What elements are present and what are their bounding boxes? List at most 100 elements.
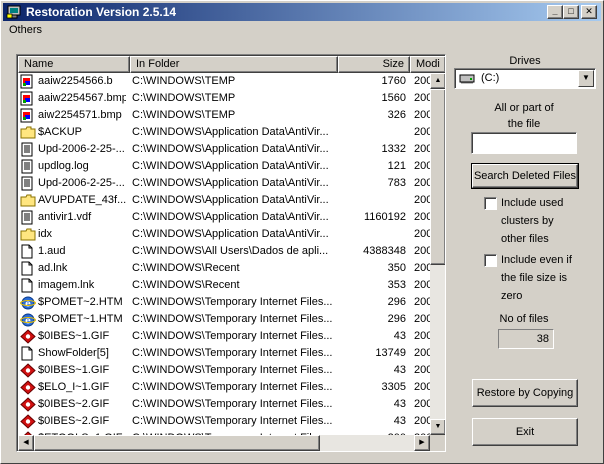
hard-drive-icon xyxy=(459,74,475,84)
menu-others[interactable]: Others xyxy=(9,24,42,36)
blank-file-icon xyxy=(21,244,33,259)
table-row[interactable]: $ELO_I~1.GIF C:\WINDOWS\Temporary Interne… xyxy=(18,379,430,396)
window-title: Restoration Version 2.5.14 xyxy=(26,5,177,19)
row-name: aaiw2254567.bmp xyxy=(38,92,126,104)
row-size: 13749 xyxy=(375,347,406,359)
column-header-size[interactable]: Size xyxy=(338,56,410,73)
row-modified: 2006 xyxy=(414,211,430,223)
search-deleted-files-button[interactable]: Search Deleted Files xyxy=(471,163,579,189)
row-name: aaiw2254566.b xyxy=(38,75,113,87)
row-folder: C:\WINDOWS\Temporary Internet Files... xyxy=(132,381,333,393)
row-modified: 2006 xyxy=(414,194,430,206)
blank-file-icon xyxy=(21,261,33,276)
table-row[interactable]: Upd-2006-2-25-... C:\WINDOWS\Application … xyxy=(18,175,430,192)
row-modified: 2006 xyxy=(414,126,430,138)
scroll-corner xyxy=(430,435,445,451)
table-row[interactable]: $0IBES~2.GIF C:\WINDOWS\Temporary Interne… xyxy=(18,413,430,430)
table-row[interactable]: idx C:\WINDOWS\Application Data\AntiVir..… xyxy=(18,226,430,243)
row-modified: 2006 xyxy=(414,160,430,172)
row-modified: 2006 xyxy=(414,347,430,359)
row-name: $0IBES~2.GIF xyxy=(38,398,110,410)
include-used-line-1: Include used xyxy=(501,197,564,209)
table-row[interactable]: e $POMET~2.HTM C:\WINDOWS\Temporary Intern… xyxy=(18,294,430,311)
horizontal-scroll-thumb[interactable] xyxy=(34,435,320,451)
table-row[interactable]: e $POMET~1.HTM C:\WINDOWS\Temporary Intern… xyxy=(18,311,430,328)
row-folder: C:\WINDOWS\Application Data\AntiVir... xyxy=(132,126,329,138)
row-name: aiw2254571.bmp xyxy=(38,109,122,121)
folder-icon xyxy=(20,126,36,139)
row-folder: C:\WINDOWS\Temporary Internet Files... xyxy=(132,364,333,376)
row-name: $0IBES~2.GIF xyxy=(38,415,110,427)
include-used-label[interactable]: Include used clusters by other files xyxy=(501,194,563,248)
include-used-line-2: clusters by xyxy=(501,215,554,227)
vertical-scroll-thumb[interactable] xyxy=(430,89,445,265)
deleted-files-list[interactable]: Name In Folder Size Modi aaiw2254566.b C:… xyxy=(16,54,446,452)
title-bar[interactable]: Restoration Version 2.5.14 _ □ ✕ xyxy=(3,3,601,21)
row-modified: 2006 xyxy=(414,177,430,189)
row-folder: C:\WINDOWS\Recent xyxy=(132,262,240,274)
row-name: $POMET~2.HTM xyxy=(38,296,123,308)
table-row[interactable]: $0IBES~1.GIF C:\WINDOWS\Temporary Interne… xyxy=(18,362,430,379)
row-modified: 2006 xyxy=(414,330,430,342)
row-folder: C:\WINDOWS\TEMP xyxy=(132,109,236,121)
row-name: Upd-2006-2-25-... xyxy=(38,177,125,189)
close-button[interactable]: ✕ xyxy=(581,5,597,19)
table-row[interactable]: aiw2254571.bmp C:\WINDOWS\TEMP 326 2006 xyxy=(18,107,430,124)
row-folder: C:\WINDOWS\Application Data\AntiVir... xyxy=(132,194,329,206)
drive-select[interactable]: (C:) ▼ xyxy=(454,68,596,89)
table-row[interactable]: antivir1.vdf C:\WINDOWS\Application Data\… xyxy=(18,209,430,226)
scroll-left-button[interactable]: ◀ xyxy=(18,435,34,451)
column-header-modified[interactable]: Modi xyxy=(410,56,445,73)
file-search-input[interactable] xyxy=(471,132,577,154)
table-row[interactable]: aaiw2254567.bmp C:\WINDOWS\TEMP 1560 2006 xyxy=(18,90,430,107)
table-row[interactable]: $0IBES~2.GIF C:\WINDOWS\Temporary Interne… xyxy=(18,396,430,413)
row-folder: C:\WINDOWS\Temporary Internet Files... xyxy=(132,347,333,359)
document-file-icon xyxy=(21,210,33,225)
table-row[interactable]: ad.lnk C:\WINDOWS\Recent 350 2006 xyxy=(18,260,430,277)
table-row[interactable]: ShowFolder[5] C:\WINDOWS\Temporary Intern… xyxy=(18,345,430,362)
bitmap-file-icon xyxy=(20,108,33,123)
chevron-down-icon[interactable]: ▼ xyxy=(578,70,594,87)
row-modified: 2006 xyxy=(414,313,430,325)
document-file-icon xyxy=(21,159,33,174)
table-row[interactable]: $0IBES~1.GIF C:\WINDOWS\Temporary Interne… xyxy=(18,328,430,345)
table-row[interactable]: imagem.lnk C:\WINDOWS\Recent 353 2006 xyxy=(18,277,430,294)
scroll-down-button[interactable]: ▼ xyxy=(430,419,445,435)
document-file-icon xyxy=(21,176,33,191)
include-zero-line-3: zero xyxy=(501,290,523,302)
row-name: ad.lnk xyxy=(38,262,68,274)
scroll-right-button[interactable]: ▶ xyxy=(414,435,430,451)
table-row[interactable]: aaiw2254566.b C:\WINDOWS\TEMP 1760 2006 xyxy=(18,73,430,90)
row-modified: 2006 xyxy=(414,92,430,104)
table-row[interactable]: $ACKUP C:\WINDOWS\Application Data\AntiVi… xyxy=(18,124,430,141)
include-zero-label[interactable]: Include even if the file size is zero xyxy=(501,251,572,305)
minimize-button[interactable]: _ xyxy=(547,5,563,19)
scroll-up-button[interactable]: ▲ xyxy=(430,73,445,89)
table-row[interactable]: updlog.log C:\WINDOWS\Application Data\An… xyxy=(18,158,430,175)
maximize-button[interactable]: □ xyxy=(563,5,579,19)
horizontal-scrollbar[interactable]: ◀ ▶ xyxy=(18,435,430,451)
column-header-name[interactable]: Name xyxy=(18,56,130,73)
gif-image-icon xyxy=(20,380,36,395)
ie-html-icon: e xyxy=(20,313,36,327)
restore-by-copying-button[interactable]: Restore by Copying xyxy=(472,379,578,407)
table-row[interactable]: AVUPDATE_43f... C:\WINDOWS\Application Da… xyxy=(18,192,430,209)
row-modified: 2006 xyxy=(414,279,430,291)
vertical-scrollbar[interactable]: ▲ ▼ xyxy=(430,73,445,435)
no-of-files-value: 38 xyxy=(498,329,554,349)
table-row[interactable]: Upd-2006-2-25-... C:\WINDOWS\Application … xyxy=(18,141,430,158)
row-name: idx xyxy=(38,228,53,240)
no-of-files-label: No of files xyxy=(499,313,549,325)
include-zero-line-2: the file size is xyxy=(501,272,568,284)
blank-file-icon xyxy=(21,278,33,293)
gif-image-icon xyxy=(20,329,36,344)
include-used-clusters-checkbox[interactable] xyxy=(484,197,497,210)
row-size: 353 xyxy=(387,279,406,291)
column-header-folder[interactable]: In Folder xyxy=(130,56,338,73)
table-row[interactable]: 1.aud C:\WINDOWS\All Users\Dados de apli.… xyxy=(18,243,430,260)
row-name: antivir1.vdf xyxy=(38,211,92,223)
row-name: $0IBES~1.GIF xyxy=(38,364,110,376)
exit-button[interactable]: Exit xyxy=(472,418,578,446)
include-zero-size-checkbox[interactable] xyxy=(484,254,497,267)
row-size: 121 xyxy=(387,160,406,172)
